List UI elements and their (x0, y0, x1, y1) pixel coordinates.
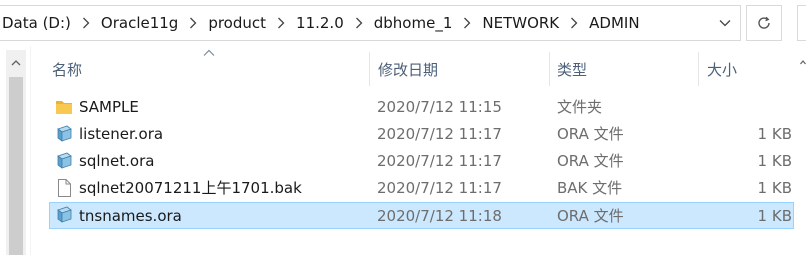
column-header-row: 名称 修改日期 类型 大小 (31, 49, 806, 88)
column-divider[interactable] (698, 52, 699, 86)
sort-ascending-icon (203, 49, 215, 56)
breadcrumb-product[interactable]: product (204, 14, 270, 32)
address-bar-row: Data (D:) Oracle11g product 11.2.0 dbhom… (0, 0, 806, 46)
breadcrumb-admin[interactable]: ADMIN (585, 14, 643, 32)
file-name[interactable]: sqlnet.ora (79, 148, 154, 173)
file-row-sqlnet-bak[interactable]: sqlnet20071211上午1701.bak 2020/7/12 11:17… (49, 175, 794, 202)
column-divider[interactable] (369, 52, 370, 86)
chevron-right-icon[interactable] (270, 6, 292, 40)
chevron-right-icon[interactable] (456, 6, 478, 40)
file-row-listener-ora[interactable]: listener.ora 2020/7/12 11:17 ORA 文件 1 KB (49, 121, 794, 148)
file-list-scrollbar[interactable] (800, 50, 806, 255)
ora-file-icon (57, 152, 72, 169)
file-date: 2020/7/12 11:17 (377, 178, 502, 197)
chevron-down-icon (719, 20, 731, 27)
ora-file-icon (57, 125, 72, 142)
file-size: 1 KB (757, 151, 792, 170)
breadcrumb-drive[interactable]: Data (D:) (0, 14, 75, 32)
file-name[interactable]: tnsnames.ora (79, 203, 182, 228)
column-header-name[interactable]: 名称 (52, 50, 82, 88)
scroll-up-icon[interactable] (6, 56, 26, 70)
search-input[interactable] (797, 5, 806, 41)
column-header-size-label: 大小 (707, 60, 738, 79)
file-type: ORA 文件 (557, 125, 624, 143)
column-header-type-label: 类型 (557, 60, 588, 79)
file-size: 1 KB (757, 178, 792, 197)
column-header-name-label: 名称 (52, 60, 83, 79)
file-type: ORA 文件 (557, 152, 624, 170)
file-type: BAK 文件 (557, 179, 623, 197)
file-size: 1 KB (757, 124, 792, 143)
column-header-date-label: 修改日期 (378, 60, 439, 79)
address-history-dropdown[interactable] (710, 6, 740, 40)
file-row-tnsnames-ora[interactable]: tnsnames.ora 2020/7/12 11:18 ORA 文件 1 KB (49, 202, 794, 229)
folder-icon (56, 101, 72, 114)
column-header-date[interactable]: 修改日期 (378, 50, 438, 88)
file-date: 2020/7/12 11:18 (377, 206, 502, 225)
file-name[interactable]: listener.ora (79, 121, 163, 146)
breadcrumb-oracle11g[interactable]: Oracle11g (97, 14, 182, 32)
file-name[interactable]: sqlnet20071211上午1701.bak (79, 175, 302, 200)
column-divider[interactable] (549, 52, 550, 86)
blank-file-icon (58, 179, 71, 197)
file-date: 2020/7/12 11:15 (377, 97, 502, 116)
chevron-right-icon[interactable] (182, 6, 204, 40)
file-row-sqlnet-ora[interactable]: sqlnet.ora 2020/7/12 11:17 ORA 文件 1 KB (49, 148, 794, 175)
file-date: 2020/7/12 11:17 (377, 151, 502, 170)
refresh-button[interactable] (746, 5, 782, 41)
column-header-type[interactable]: 类型 (557, 50, 587, 88)
chevron-right-icon[interactable] (563, 6, 585, 40)
address-bar[interactable]: Data (D:) Oracle11g product 11.2.0 dbhom… (0, 5, 741, 41)
scroll-up-icon[interactable] (800, 50, 806, 70)
chevron-right-icon[interactable] (75, 6, 97, 40)
column-header-size[interactable]: 大小 (707, 50, 737, 88)
chevron-right-icon[interactable] (348, 6, 370, 40)
file-row-sample[interactable]: SAMPLE 2020/7/12 11:15 文件夹 (49, 94, 794, 121)
scrollbar-thumb[interactable] (9, 77, 23, 255)
breadcrumb-version[interactable]: 11.2.0 (292, 14, 348, 32)
ora-file-icon (57, 206, 72, 223)
navigation-scrollbar[interactable] (6, 50, 26, 255)
file-size: 1 KB (757, 206, 792, 225)
refresh-icon (758, 16, 770, 29)
file-type: 文件夹 (557, 98, 603, 116)
file-date: 2020/7/12 11:17 (377, 124, 502, 143)
file-name[interactable]: SAMPLE (79, 94, 139, 119)
breadcrumb-network[interactable]: NETWORK (478, 14, 563, 32)
breadcrumb-dbhome[interactable]: dbhome_1 (370, 14, 457, 32)
file-type: ORA 文件 (557, 207, 624, 225)
